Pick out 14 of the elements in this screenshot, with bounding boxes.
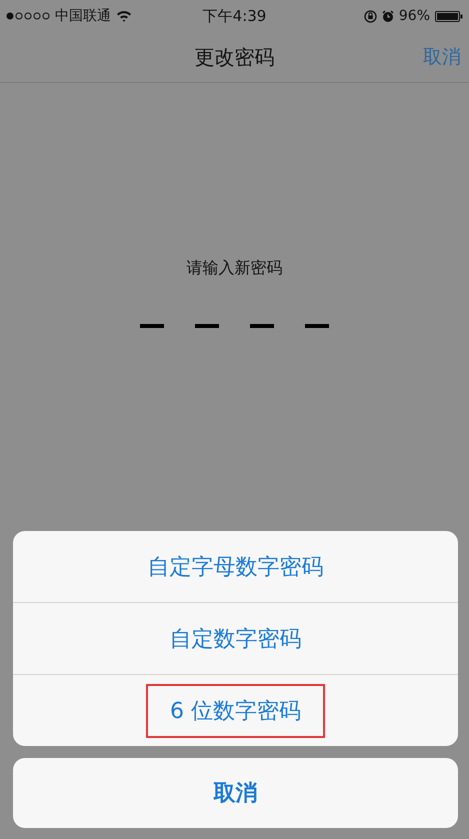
passcode-option[interactable]: 6 位数字密码 <box>146 684 325 738</box>
battery-percent: 96% <box>398 8 430 24</box>
status-time: 下午4:39 <box>202 6 266 26</box>
alarm-clock-icon <box>382 10 394 22</box>
prompt-text: 请输入新密码 <box>186 258 282 279</box>
rotation-lock-icon <box>364 10 377 22</box>
battery-icon <box>435 10 463 22</box>
sheet-cancel-button[interactable]: 取消 <box>13 758 458 828</box>
nav-title: 更改密码 <box>194 44 274 70</box>
carrier-name: 中国联通 <box>55 7 111 25</box>
signal-icon <box>6 12 50 20</box>
wifi-icon <box>116 10 132 22</box>
passcode-option[interactable]: 自定数字密码 <box>146 612 326 666</box>
passcode-option[interactable]: 自定字母数字密码 <box>124 540 348 594</box>
